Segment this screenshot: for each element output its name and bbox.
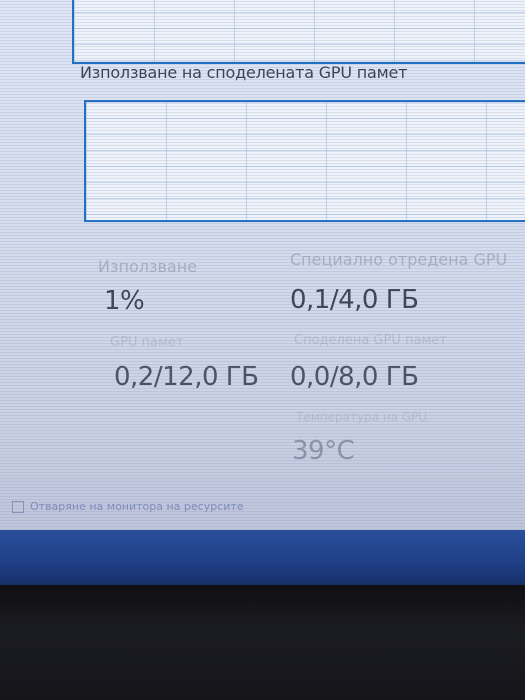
dedicated-gpu-memory-value: 0,1/4,0 ГБ <box>290 285 419 315</box>
gpu-temperature-value: 39°C <box>292 436 355 466</box>
open-resource-monitor-label: Отваряне на монитора на ресурсите <box>30 500 244 513</box>
open-resource-monitor-link[interactable]: Отваряне на монитора на ресурсите <box>12 500 244 513</box>
gpu-memory-label: GPU памет <box>110 335 184 350</box>
taskbar <box>0 530 525 585</box>
shared-gpu-memory-label: Споделена GPU памет <box>294 333 447 348</box>
gpu-memory-value: 0,2/12,0 ГБ <box>114 362 259 392</box>
shared-gpu-memory-value: 0,0/8,0 ГБ <box>290 362 419 392</box>
shared-gpu-memory-title: Използване на споделената GPU памет <box>80 63 408 82</box>
gpu-graph-top <box>72 0 525 64</box>
shared-gpu-memory-graph <box>84 100 525 222</box>
utilization-value: 1% <box>104 286 145 316</box>
gpu-temperature-label: Температура на GPU <box>296 410 428 424</box>
dedicated-gpu-memory-label: Специално отредена GPU <box>290 250 508 269</box>
resource-monitor-icon <box>12 500 24 513</box>
utilization-label: Използване <box>98 257 197 276</box>
monitor-bezel <box>0 585 525 700</box>
task-manager-performance-panel: Използване на споделената GPU памет Изпо… <box>0 0 525 545</box>
